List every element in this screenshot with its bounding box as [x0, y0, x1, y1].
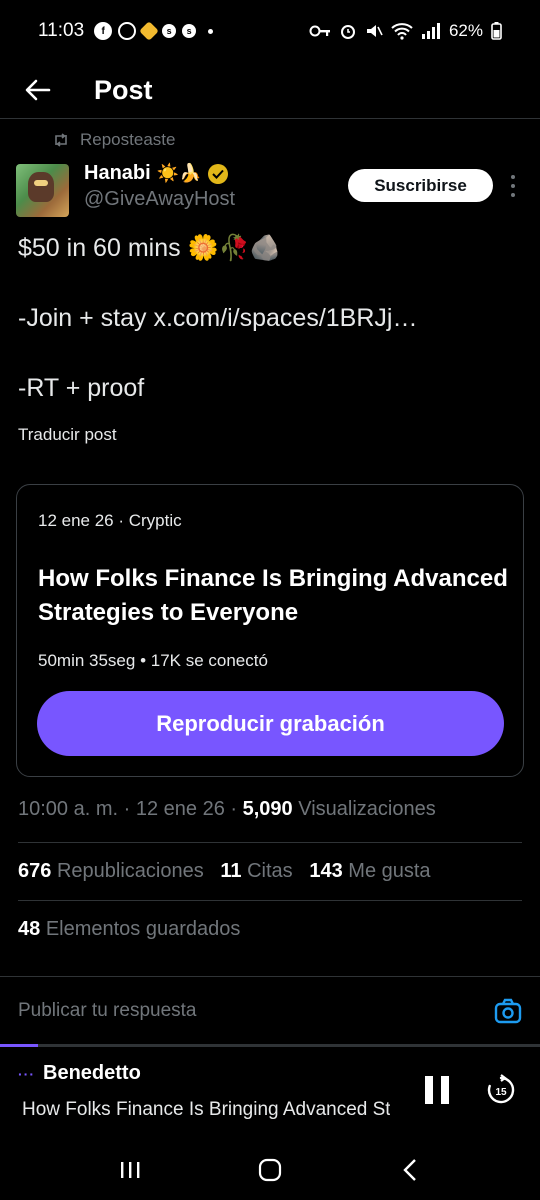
views-label: Visualizaciones — [298, 798, 436, 820]
post-date: 12 ene 26 — [135, 798, 225, 820]
space-link[interactable]: x.com/i/spaces/1BRJj… — [153, 304, 417, 332]
alarm-icon — [340, 25, 355, 39]
post-timestamp-row: 10:00 a. m. · 12 ene 26 · 5,090 Visualiz… — [18, 798, 436, 820]
reposts-stat[interactable]: 676 Republicaciones — [18, 860, 204, 882]
skip-forward-icon[interactable]: 15 — [485, 1074, 517, 1106]
author-name: Hanabi — [84, 162, 151, 184]
bookmarks-label: Elementos guardados — [45, 918, 241, 940]
app-s-icon: s — [182, 24, 197, 38]
author-handle: @GiveAwayHost — [84, 188, 236, 210]
reposts-count: 676 — [18, 860, 52, 882]
back-button[interactable] — [18, 70, 58, 110]
space-stats: 50min 35seg • 17K se conectó — [38, 651, 268, 670]
pause-icon[interactable] — [425, 1076, 449, 1104]
post-time: 10:00 a. m. — [18, 798, 119, 820]
top-app-bar: Post — [0, 62, 540, 118]
more-icon[interactable] — [508, 175, 518, 197]
key-icon — [309, 25, 330, 37]
views-count: 5,090 — [242, 798, 293, 820]
player-host-name: Benedetto — [43, 1062, 141, 1084]
facebook-icon: f — [94, 22, 113, 40]
divider — [0, 118, 540, 119]
divider — [18, 900, 522, 901]
quotes-stat[interactable]: 11 Citas — [220, 860, 292, 882]
recent-apps-icon[interactable] — [110, 1150, 150, 1190]
avatar[interactable] — [16, 164, 69, 217]
notification-icons: f s s — [94, 21, 214, 41]
page-title: Post — [94, 74, 153, 105]
binance-icon — [139, 21, 160, 41]
space-title: How Folks Finance Is Bringing Advanced S… — [38, 565, 508, 626]
system-icons: 62% — [309, 21, 502, 41]
quotes-label: Citas — [247, 860, 293, 882]
battery-percent: 62% — [448, 21, 483, 40]
battery-icon — [491, 22, 502, 40]
back-arrow-icon — [25, 79, 51, 101]
mute-icon — [366, 25, 383, 37]
whatsapp-icon — [118, 22, 137, 40]
post-line: $50 in 60 mins 🌼🥀🪨 — [18, 234, 281, 262]
likes-count: 143 — [309, 860, 343, 882]
translate-post-link[interactable]: Traducir post — [18, 425, 117, 445]
space-meta: 12 ene 26 · Cryptic — [38, 511, 182, 530]
camera-icon[interactable] — [494, 998, 522, 1024]
player-host[interactable]: ··· Benedetto — [18, 1062, 141, 1085]
repost-icon — [55, 133, 67, 147]
likes-label: Me gusta — [348, 860, 431, 882]
bookmarks-stat[interactable]: 48 Elementos guardados — [18, 918, 240, 941]
verified-badge-icon — [207, 163, 228, 184]
author-info[interactable]: Hanabi ☀️🍌 @GiveAwayHost — [84, 162, 235, 211]
repost-label: Reposteaste — [80, 130, 176, 149]
status-bar: 11:03 f s s 62% — [0, 0, 540, 62]
divider — [0, 976, 540, 977]
status-time: 11:03 — [38, 20, 85, 41]
player-title[interactable]: How Folks Finance Is Bringing Advanced S… — [22, 1099, 390, 1121]
likes-stat[interactable]: 143 Me gusta — [309, 860, 430, 882]
subscribe-button[interactable]: Suscribirse — [348, 169, 493, 202]
bookmarks-count: 48 — [18, 918, 41, 940]
post-body: $50 in 60 mins 🌼🥀🪨 -Join + stay x.com/i/… — [18, 230, 518, 406]
reposts-label: Republicaciones — [56, 860, 204, 882]
system-nav-bar — [0, 1140, 540, 1200]
more-notifications-icon — [208, 28, 214, 34]
live-dots-icon: ··· — [18, 1065, 35, 1082]
divider — [18, 842, 522, 843]
app-s-icon: s — [162, 24, 177, 38]
engagement-row: 676 Republicaciones 11 Citas 143 Me gust… — [18, 860, 431, 883]
skip-seconds: 15 — [495, 1087, 507, 1098]
home-icon[interactable] — [250, 1150, 290, 1190]
nav-back-icon[interactable] — [390, 1150, 430, 1190]
playback-progress[interactable] — [0, 1044, 540, 1047]
post-line: -Join + stay x.com/i/spaces/1BRJj… — [18, 300, 518, 336]
post-line-text: -Join + stay — [18, 304, 154, 332]
signal-icon — [421, 23, 440, 39]
wifi-icon — [391, 23, 413, 40]
play-recording-button[interactable]: Reproducir grabación — [37, 691, 504, 756]
space-card[interactable]: 12 ene 26 · Cryptic How Folks Finance Is… — [16, 484, 524, 777]
author-name-emoji: ☀️🍌 — [156, 163, 202, 183]
reply-input[interactable]: Publicar tu respuesta — [18, 1000, 197, 1022]
quotes-count: 11 — [220, 860, 242, 882]
post-line: -RT + proof — [18, 374, 145, 402]
repost-indicator[interactable]: Reposteaste — [52, 130, 175, 150]
